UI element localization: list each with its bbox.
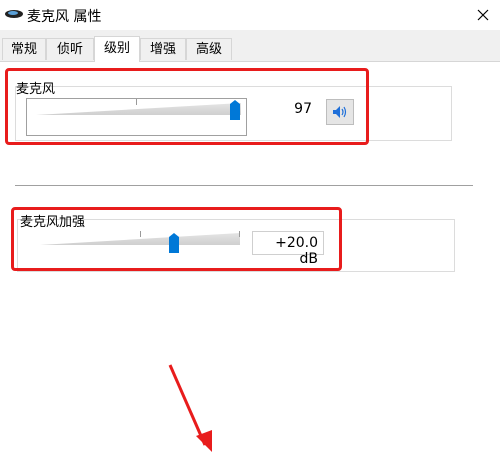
tab-levels[interactable]: 级别	[94, 36, 140, 62]
annotation-arrow-icon	[168, 364, 212, 452]
